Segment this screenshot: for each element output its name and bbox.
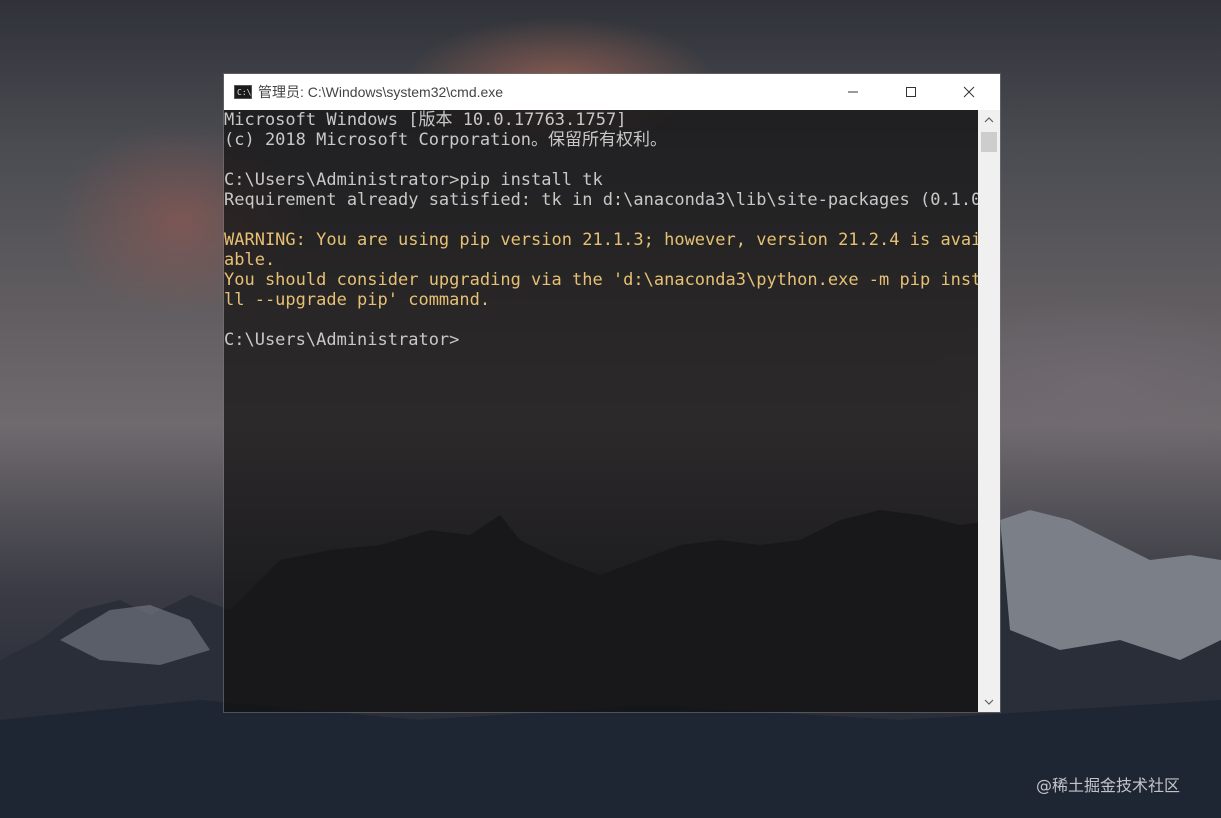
minimize-icon [848, 91, 858, 93]
console-line: Microsoft Windows [版本 10.0.17763.1757] [224, 110, 627, 130]
console-output[interactable]: Microsoft Windows [版本 10.0.17763.1757] (… [224, 110, 978, 712]
maximize-button[interactable] [882, 74, 940, 110]
vertical-scrollbar[interactable] [978, 110, 1000, 712]
title-bar[interactable]: C:\ 管理员: C:\Windows\system32\cmd.exe [224, 74, 1000, 110]
scroll-down-button[interactable] [978, 692, 1000, 712]
close-icon [963, 86, 975, 98]
scroll-down-arrow-icon [984, 699, 994, 705]
console-warning-line: WARNING: You are using pip version 21.1.… [224, 230, 978, 250]
scrollbar-thumb[interactable] [981, 132, 997, 152]
console-warning-line: ll --upgrade pip' command. [224, 290, 491, 310]
window-title: 管理员: C:\Windows\system32\cmd.exe [258, 84, 504, 100]
console-prompt[interactable]: C:\Users\Administrator> [224, 330, 978, 350]
console-line: (c) 2018 Microsoft Corporation。保留所有权利。 [224, 130, 668, 150]
watermark-text: @稀土掘金技术社区 [1036, 776, 1181, 795]
scroll-up-arrow-icon [984, 117, 994, 123]
cmd-app-icon[interactable]: C:\ [234, 85, 252, 99]
maximize-icon [906, 87, 916, 97]
console-warning-line: able. [224, 250, 276, 270]
cmd-window[interactable]: C:\ 管理员: C:\Windows\system32\cmd.exe Mic… [224, 74, 1000, 712]
console-line: C:\Users\Administrator>pip install tk [224, 170, 603, 190]
scroll-up-button[interactable] [978, 110, 1000, 130]
console-warning-line: You should consider upgrading via the 'd… [224, 270, 978, 290]
minimize-button[interactable] [824, 74, 882, 110]
console-line: Requirement already satisfied: tk in d:\… [224, 190, 978, 210]
close-button[interactable] [940, 74, 998, 110]
